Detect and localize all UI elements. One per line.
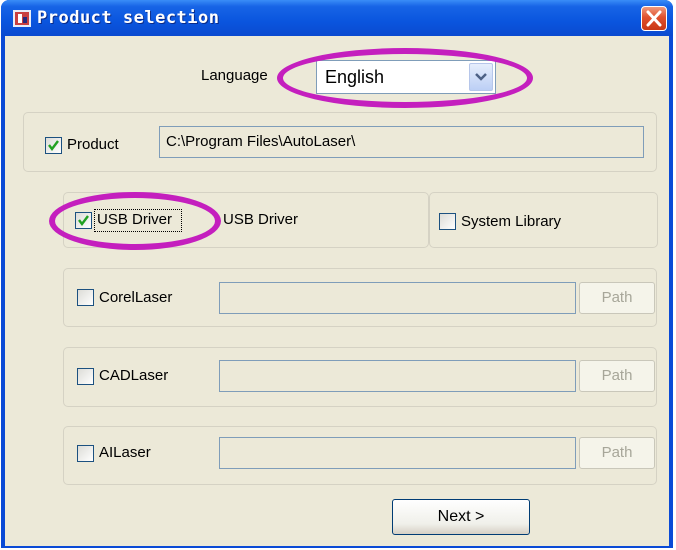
title-bar[interactable]: Product selection xyxy=(1,0,673,36)
corellaser-path-field[interactable] xyxy=(219,282,576,314)
usb-driver-annotation-ellipse xyxy=(49,192,221,250)
ailaser-path-button[interactable]: Path xyxy=(579,437,655,469)
corellaser-checkbox[interactable] xyxy=(77,289,94,306)
ailaser-path-field[interactable] xyxy=(219,437,576,469)
corellaser-label: CorelLaser xyxy=(99,289,173,306)
close-x-icon xyxy=(646,10,662,27)
product-path-value: C:\Program Files\AutoLaser\ xyxy=(166,133,356,150)
system-library-checkbox[interactable] xyxy=(439,213,456,230)
next-button[interactable]: Next > xyxy=(392,499,530,535)
product-path-field[interactable]: C:\Program Files\AutoLaser\ xyxy=(159,126,644,158)
product-selection-window: Product selection Language English Produ… xyxy=(1,0,673,548)
cadlaser-path-field[interactable] xyxy=(219,360,576,392)
language-label: Language xyxy=(201,67,268,84)
checkmark-icon xyxy=(48,140,59,151)
system-library-label: System Library xyxy=(461,213,562,230)
app-icon xyxy=(13,10,31,27)
usb-driver-description: USB Driver xyxy=(223,211,299,228)
ailaser-checkbox[interactable] xyxy=(77,445,94,462)
ailaser-label: AILaser xyxy=(99,444,151,461)
dialog-body: Language English Product C:\Program File… xyxy=(5,36,669,546)
cadlaser-path-button[interactable]: Path xyxy=(579,360,655,392)
product-label: Product xyxy=(67,136,119,153)
corellaser-path-button[interactable]: Path xyxy=(579,282,655,314)
language-annotation-ellipse xyxy=(277,48,533,108)
close-button[interactable] xyxy=(641,6,667,31)
cadlaser-checkbox[interactable] xyxy=(77,368,94,385)
cadlaser-label: CADLaser xyxy=(99,367,169,384)
window-title: Product selection xyxy=(37,8,220,28)
product-checkbox[interactable] xyxy=(45,137,62,154)
